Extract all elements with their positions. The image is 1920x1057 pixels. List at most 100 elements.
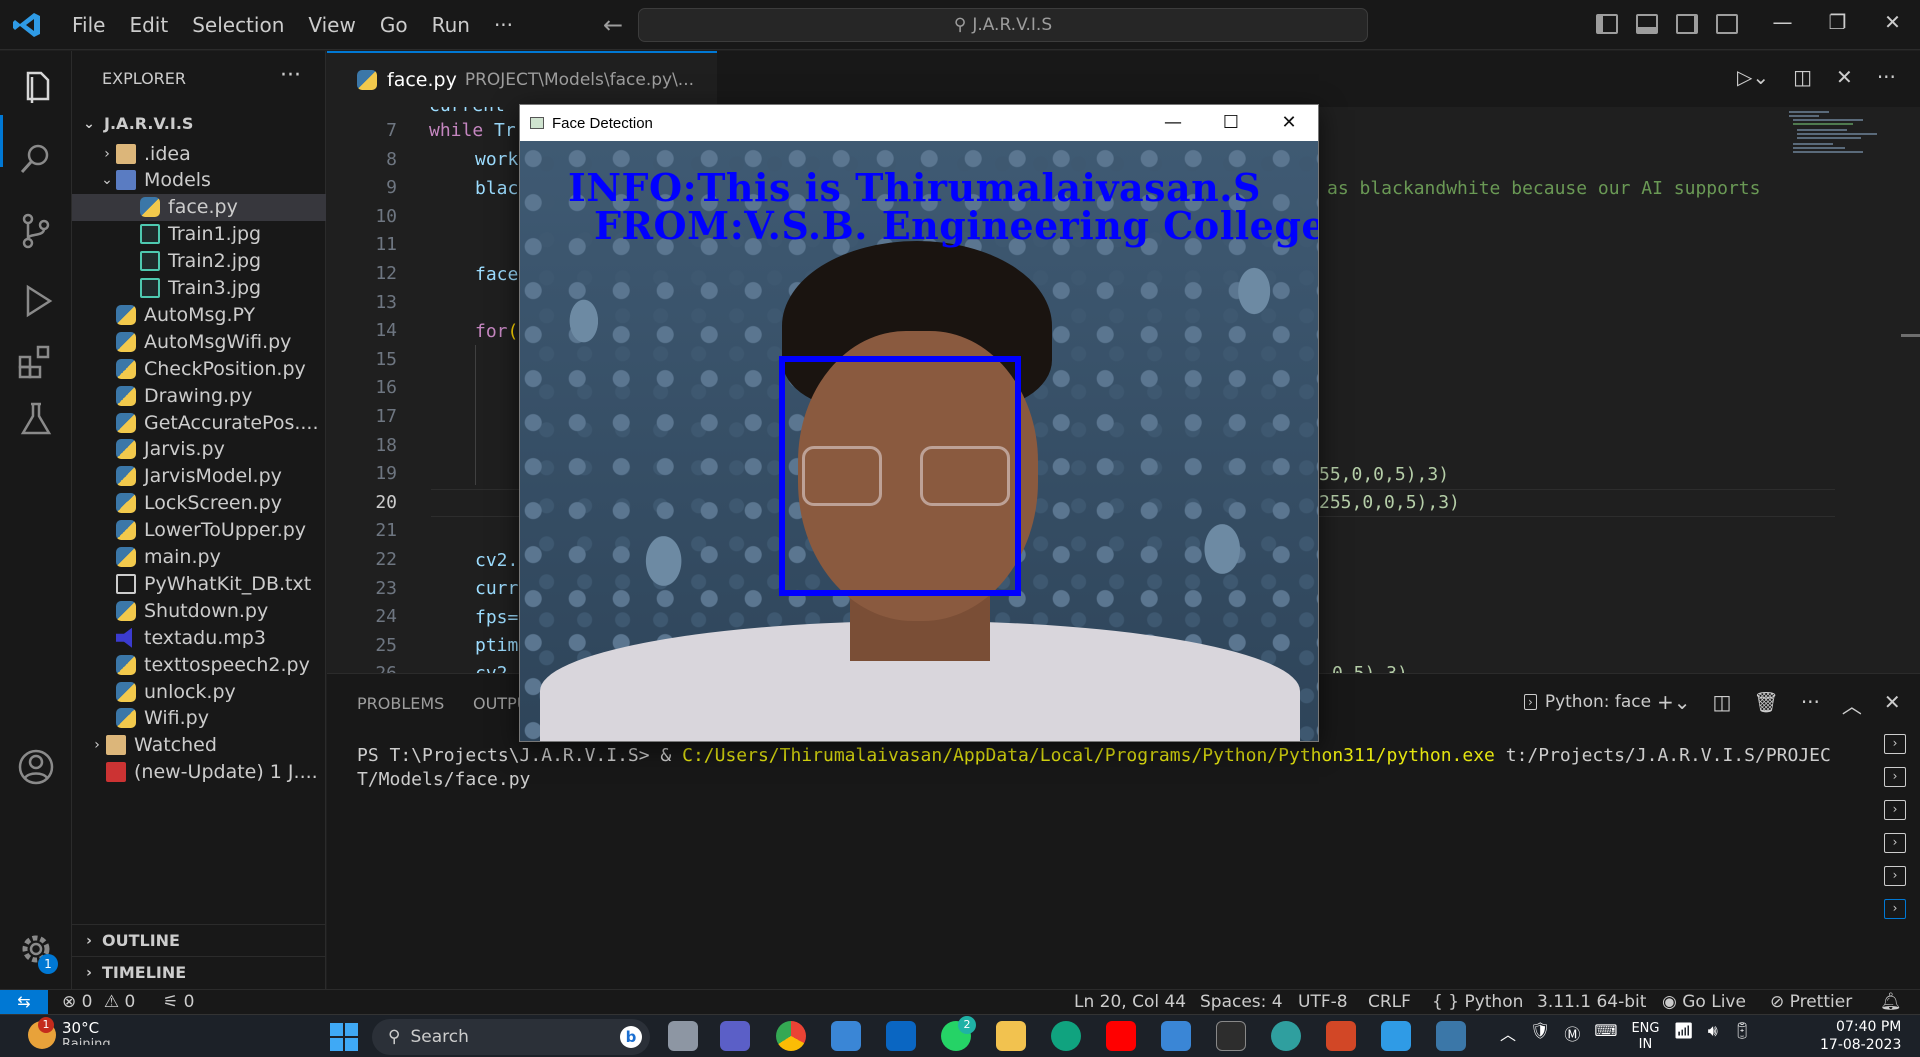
explorer-item[interactable]: LowerToUpper.py [72, 517, 326, 544]
close-window-icon[interactable]: ✕ [1865, 10, 1920, 34]
command-center-search[interactable]: ⚲ J.A.R.V.I.S [638, 8, 1368, 42]
outline-section[interactable]: › OUTLINE [72, 924, 326, 956]
panel-more-icon[interactable]: ··· [1801, 690, 1820, 719]
task-view-icon[interactable] [668, 1021, 698, 1051]
defender-icon[interactable]: 🛡︎ [1530, 1021, 1550, 1049]
split-terminal-icon[interactable]: ◫ [1713, 690, 1732, 719]
toggle-primary-sidebar-icon[interactable] [1596, 14, 1618, 34]
store-icon[interactable] [831, 1021, 861, 1051]
explorer-item[interactable]: face.py [72, 193, 326, 221]
face-window-close-icon[interactable]: ✕ [1260, 105, 1318, 141]
source-control-icon[interactable] [16, 211, 56, 251]
remote-window-icon[interactable]: ⇆ [0, 990, 48, 1015]
terminal-instance-icon[interactable]: › [1884, 800, 1906, 820]
explorer-item[interactable]: › .idea [72, 140, 326, 167]
explorer-item[interactable]: Wifi.py [72, 705, 326, 732]
menu-more[interactable]: ··· [482, 0, 525, 50]
explorer-item[interactable]: AutoMsgWifi.py [72, 328, 326, 355]
explorer-item[interactable]: Train3.jpg [72, 275, 326, 302]
mcafee-icon[interactable]: Ⓜ︎ [1564, 1021, 1580, 1049]
menu-run[interactable]: Run [420, 0, 482, 50]
problems-status[interactable]: ⊗ 0 ⚠ 0 [62, 990, 135, 1014]
minimap[interactable] [1787, 107, 1905, 177]
split-editor-icon[interactable]: ◫ [1793, 65, 1812, 89]
volume-icon[interactable]: 🔊︎ [1708, 1021, 1718, 1049]
kill-terminal-trash-icon[interactable]: 🗑 [1753, 690, 1778, 719]
explorer-item[interactable]: texttospeech2.py [72, 651, 326, 678]
vscode-taskbar-icon[interactable] [1381, 1021, 1411, 1051]
terminal-icon[interactable] [1216, 1021, 1246, 1051]
explorer-item[interactable]: › Watched [72, 732, 326, 759]
restore-icon[interactable]: ❐ [1810, 10, 1865, 34]
teams-chat-icon[interactable] [720, 1021, 750, 1051]
run-python-icon[interactable]: ▷⌄ [1737, 65, 1769, 89]
terminal-selector[interactable]: › Python: face [1524, 692, 1651, 712]
prettier[interactable]: ⊘ Prettier [1770, 990, 1852, 1014]
tray-chevron-up-icon[interactable]: ︿ [1500, 1021, 1516, 1049]
tab-problems[interactable]: PROBLEMS [357, 694, 444, 713]
explorer-item[interactable]: AutoMsg.PY [72, 301, 326, 328]
menu-edit[interactable]: Edit [117, 0, 180, 50]
notepad-icon[interactable] [1161, 1021, 1191, 1051]
explorer-item[interactable]: ⌄ Models [72, 167, 326, 194]
edge-icon[interactable] [1271, 1021, 1301, 1051]
face-detection-window[interactable]: Face Detection — ☐ ✕ INFO:This is Thirum… [519, 104, 1319, 742]
explorer-item[interactable]: Shutdown.py [72, 597, 326, 624]
taskbar-clock[interactable]: 07:40 PM 17-08-2023 [1820, 1018, 1901, 1050]
explorer-item[interactable]: textadu.mp3 [72, 624, 326, 651]
explorer-item[interactable]: CheckPosition.py [72, 355, 326, 382]
face-window-minimize-icon[interactable]: — [1144, 105, 1202, 141]
linkedin-icon[interactable] [886, 1021, 916, 1051]
editor-more-icon[interactable]: ··· [1877, 65, 1896, 89]
explorer-icon[interactable] [16, 67, 56, 107]
weather-widget[interactable]: 30°C Raining [62, 1019, 111, 1045]
customize-layout-icon[interactable] [1716, 14, 1738, 34]
explorer-item[interactable]: Jarvis.py [72, 436, 326, 463]
vscode-logo-icon[interactable] [12, 10, 42, 40]
ports-status[interactable]: ⚟ 0 [163, 990, 194, 1014]
toggle-panel-icon[interactable] [1636, 14, 1658, 34]
explorer-item[interactable]: Train2.jpg [72, 248, 326, 275]
explorer-more-icon[interactable]: ··· [280, 63, 301, 88]
explorer-item[interactable]: unlock.py [72, 678, 326, 705]
file-explorer-icon[interactable] [996, 1021, 1026, 1051]
run-debug-icon[interactable] [16, 281, 56, 321]
accounts-icon[interactable] [16, 747, 56, 787]
youtube-icon[interactable] [1106, 1021, 1136, 1051]
menu-selection[interactable]: Selection [180, 0, 296, 50]
taskbar-search[interactable]: ⚲ Search b [372, 1019, 650, 1055]
cursor-position[interactable]: Ln 20, Col 44 [1074, 990, 1186, 1014]
explorer-item[interactable]: Drawing.py [72, 382, 326, 409]
explorer-item[interactable]: LockScreen.py [72, 490, 326, 517]
powerpoint-icon[interactable] [1326, 1021, 1356, 1051]
battery-icon[interactable]: 🔋︎ [1732, 1021, 1752, 1049]
back-arrow-icon[interactable]: ← [603, 11, 623, 39]
python-taskbar-icon[interactable] [1436, 1021, 1466, 1051]
workspace-root[interactable]: ⌄ J.A.R.V.I.S [72, 107, 326, 140]
maximize-panel-icon[interactable]: ︿ [1842, 690, 1862, 719]
explorer-item[interactable]: PyWhatKit_DB.txt [72, 570, 326, 597]
terminal-output[interactable]: PS T:\Projects\J.A.R.V.I.S> & C:/Users/T… [357, 744, 1837, 792]
terminal-instance-icon[interactable]: › [1884, 899, 1906, 919]
terminal-instance-icon[interactable]: › [1884, 734, 1906, 754]
explorer-item[interactable]: main.py [72, 544, 326, 571]
go-live[interactable]: ◉ Go Live [1662, 990, 1746, 1014]
extensions-icon[interactable] [16, 341, 56, 381]
toggle-secondary-sidebar-icon[interactable] [1676, 14, 1698, 34]
face-window-titlebar[interactable]: Face Detection — ☐ ✕ [520, 105, 1318, 141]
terminal-instance-icon[interactable]: › [1884, 866, 1906, 886]
explorer-item[interactable]: JarvisModel.py [72, 463, 326, 490]
close-panel-icon[interactable]: ✕ [1884, 690, 1901, 719]
timeline-section[interactable]: › TIMELINE [72, 956, 326, 988]
windows-start-icon[interactable] [330, 1023, 358, 1051]
face-window-maximize-icon[interactable]: ☐ [1202, 105, 1260, 141]
language-mode[interactable]: { } Python [1432, 990, 1523, 1014]
explorer-item[interactable]: Train1.jpg [72, 221, 326, 248]
menu-go[interactable]: Go [368, 0, 420, 50]
search-icon[interactable] [16, 139, 56, 179]
python-interpreter[interactable]: 3.11.1 64-bit [1537, 990, 1646, 1014]
encoding[interactable]: UTF-8 [1298, 990, 1348, 1014]
wifi-icon[interactable]: 📶︎ [1673, 1021, 1693, 1049]
terminal-instance-icon[interactable]: › [1884, 833, 1906, 853]
line-ending[interactable]: CRLF [1368, 990, 1411, 1014]
